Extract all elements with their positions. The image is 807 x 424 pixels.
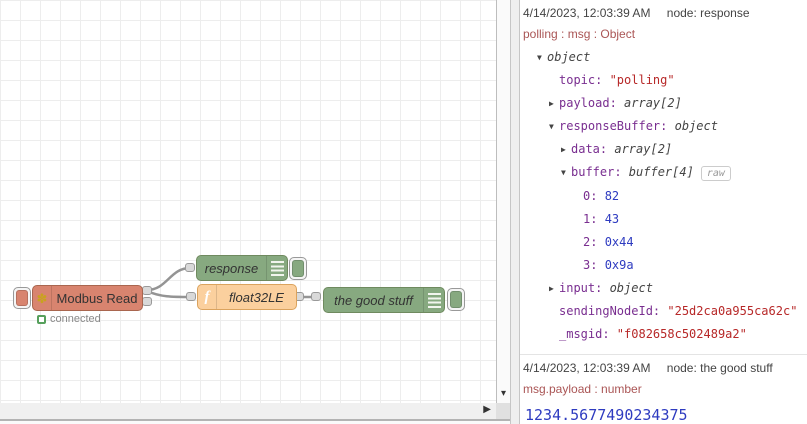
sidebar-splitter[interactable] (510, 0, 520, 424)
debug-message-meta: 4/14/2023, 12:03:39 AM node: the good st… (523, 361, 803, 375)
tree-row: 1: 43 (523, 208, 803, 231)
modbus-output-port-1[interactable] (142, 286, 152, 295)
tree-row: 3: 0x9a (523, 254, 803, 277)
flow-canvas[interactable]: ✽ Modbus Read connected response f float… (0, 0, 496, 403)
tree-row: 2: 0x44 (523, 231, 803, 254)
tree-value: "f082658c502489a2" (616, 327, 747, 341)
tree-row: ▼ responseBuffer: object (523, 115, 803, 138)
tree-key: _msgid: (559, 327, 617, 341)
tree-value: 0x9a (604, 258, 634, 272)
tree-type: array[2] (614, 142, 673, 156)
raw-button[interactable]: raw (700, 166, 731, 181)
wire-modbus-to-response[interactable] (145, 266, 192, 292)
node-modbus-read[interactable]: ✽ Modbus Read (32, 285, 143, 311)
tree-row: ▶ data: array[2] (523, 138, 803, 161)
tree-value: "25d2ca0a955ca62c" (667, 304, 798, 318)
tree-row: topic: "polling" (523, 69, 803, 92)
node-status: connected (37, 313, 101, 325)
node-the-good-stuff[interactable]: the good stuff (323, 287, 445, 313)
float32-input-port[interactable] (186, 292, 196, 301)
tree-value: "polling" (609, 73, 675, 87)
tree-type: buffer[4] (628, 165, 694, 179)
vertical-scrollbar[interactable]: ▾ (496, 0, 510, 403)
debug-output-icon (266, 256, 287, 280)
tree-row: sendingNodeId: "25d2ca0a955ca62c" (523, 300, 803, 323)
tree-row: ▶ input: object (523, 277, 803, 300)
collapse-icon[interactable]: ▼ (561, 161, 571, 184)
tree-row: ▼ buffer: buffer[4] raw (523, 161, 803, 185)
tree-type: array[2] (624, 96, 682, 110)
wire-modbus-to-float32[interactable] (145, 289, 193, 299)
collapse-icon[interactable]: ▼ (549, 115, 559, 138)
debug-message-meta: 4/14/2023, 12:03:39 AM node: response (523, 6, 803, 20)
tree-key: sendingNodeId: (559, 304, 668, 318)
status-connected-icon (37, 314, 46, 324)
expand-icon[interactable]: ▶ (549, 277, 559, 300)
modbus-node-button-fill (16, 290, 28, 306)
tree-key: input: (559, 281, 610, 295)
tree-value: 43 (604, 212, 620, 226)
debug-sidebar[interactable]: 4/14/2023, 12:03:39 AM node: response po… (520, 0, 807, 424)
tree-key: 3: (583, 258, 605, 272)
node-label: the good stuff (334, 292, 413, 308)
tree-key: topic: (559, 73, 610, 87)
tree-key: payload: (559, 96, 625, 110)
tree-key: data: (571, 142, 615, 156)
tree-value: 82 (604, 189, 620, 203)
debug-output-icon (423, 288, 444, 312)
node-label: Modbus Read (56, 290, 138, 306)
scroll-down-icon[interactable]: ▾ (497, 388, 510, 399)
horizontal-scrollbar[interactable]: ▶ (0, 403, 496, 419)
node-float32le[interactable]: f float32LE (197, 284, 297, 310)
tree-key: 1: (583, 212, 605, 226)
debug-message: 4/14/2023, 12:03:39 AM node: the good st… (520, 355, 807, 424)
goodstuff-input-port[interactable] (311, 292, 321, 301)
tree-type: object (609, 281, 653, 295)
debug-source-node: node: response (666, 6, 750, 20)
goodstuff-debug-toggle[interactable] (447, 288, 465, 311)
response-input-port[interactable] (185, 263, 195, 272)
node-response[interactable]: response (196, 255, 288, 281)
tree-key: 2: (583, 235, 605, 249)
debug-number-value: 1234.5677490234375 (525, 406, 688, 424)
expand-icon[interactable]: ▶ (561, 138, 571, 161)
debug-message-path: msg.payload : number (523, 382, 642, 396)
debug-tree: ▼ object topic: "polling" ▶ payload: array[2… (523, 46, 803, 346)
tree-type: object (547, 50, 591, 64)
node-label: float32LE (229, 289, 284, 305)
scrollbar-corner (496, 403, 510, 419)
tree-key: 0: (583, 189, 605, 203)
collapse-icon[interactable]: ▼ (537, 46, 547, 69)
debug-timestamp: 4/14/2023, 12:03:39 AM (523, 361, 651, 375)
tree-row: ▶ payload: array[2] (523, 92, 803, 115)
modbus-node-button[interactable] (13, 287, 31, 309)
tree-type: object (674, 119, 718, 133)
status-text: connected (50, 313, 101, 325)
tree-key: buffer: (571, 165, 629, 179)
debug-source-node: node: the good stuff (666, 361, 773, 375)
tree-key: responseBuffer: (559, 119, 675, 133)
debug-timestamp: 4/14/2023, 12:03:39 AM (523, 6, 651, 20)
response-debug-toggle-fill (292, 260, 304, 277)
debug-message: 4/14/2023, 12:03:39 AM node: response po… (520, 0, 807, 355)
node-label: response (204, 260, 259, 276)
debug-message-path: polling : msg : Object (523, 27, 636, 41)
function-icon: f (198, 285, 217, 309)
tree-row: 0: 82 (523, 185, 803, 208)
tree-value: 0x44 (604, 235, 634, 249)
modbus-output-port-2[interactable] (142, 297, 152, 306)
goodstuff-debug-toggle-fill (450, 291, 462, 308)
expand-icon[interactable]: ▶ (549, 92, 559, 115)
wires-layer (145, 266, 318, 299)
tree-row: _msgid: "f082658c502489a2" (523, 323, 803, 346)
tree-row: ▼ object (523, 46, 803, 69)
modbus-flower-icon: ✽ (33, 286, 52, 310)
response-debug-toggle[interactable] (289, 257, 307, 280)
scroll-right-icon[interactable]: ▶ (483, 404, 491, 415)
